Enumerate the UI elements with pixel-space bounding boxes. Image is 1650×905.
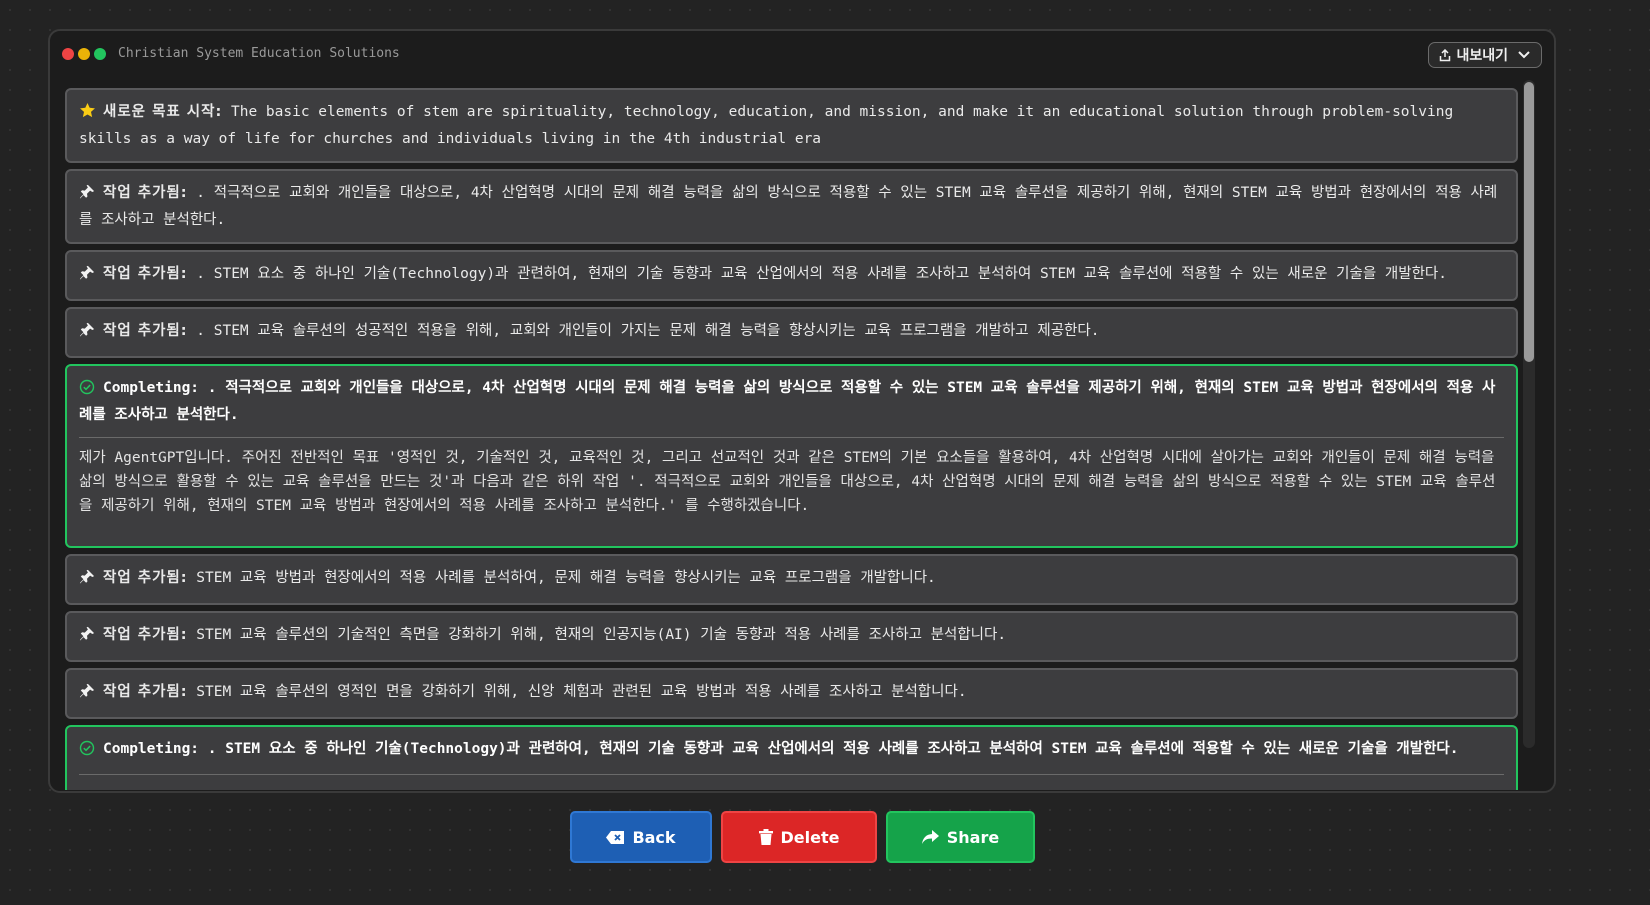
task-added-card: 작업 추가됨: STEM 교육 방법과 현장에서의 적용 사례를 분석하여, 문… <box>65 554 1518 605</box>
delete-button[interactable]: Delete <box>721 811 877 863</box>
maximize-dot-icon[interactable] <box>94 48 106 60</box>
action-bar: Back Delete Share <box>570 811 1035 863</box>
feed-scrollbar[interactable] <box>1523 80 1535 748</box>
message-feed: 새로운 목표 시작: The basic elements of stem ar… <box>65 88 1518 790</box>
completing-task-text: . STEM 요소 중 하나인 기술(Technology)과 관련하여, 현재… <box>199 741 1459 757</box>
export-button-label: 내보내기 <box>1456 48 1508 64</box>
card-text: . STEM 요소 중 하나인 기술(Technology)과 관련하여, 현재… <box>187 266 1447 282</box>
task-added-card: 작업 추가됨: STEM 교육 솔루션의 기술적인 측면을 강화하기 위해, 현… <box>65 611 1518 662</box>
agent-window: Christian System Education Solutions 내보내… <box>48 29 1556 793</box>
window-controls <box>62 48 106 60</box>
completing-body <box>79 783 1504 790</box>
goal-card: 새로운 목표 시작: The basic elements of stem ar… <box>65 88 1518 163</box>
completing-card: Completing: . STEM 요소 중 하나인 기술(Technolog… <box>65 725 1518 790</box>
check-circle-icon <box>79 740 97 764</box>
delete-button-label: Delete <box>780 827 840 847</box>
card-text: STEM 교육 방법과 현장에서의 적용 사례를 분석하여, 문제 해결 능력을… <box>187 570 936 586</box>
chevron-down-icon <box>1518 51 1530 59</box>
card-label: 작업 추가됨: <box>103 627 188 643</box>
card-text: The basic elements of stem are spiritual… <box>79 104 1454 147</box>
completing-label: Completing: <box>103 380 200 396</box>
card-text: STEM 교육 솔루션의 기술적인 측면을 강화하기 위해, 현재의 인공지능(… <box>187 627 1007 643</box>
task-added-card: 작업 추가됨: . STEM 교육 솔루션의 성공적인 적용을 위해, 교회와 … <box>65 307 1518 358</box>
check-circle-icon <box>79 379 97 403</box>
trash-icon <box>758 829 773 845</box>
card-label: 새로운 목표 시작: <box>103 104 223 120</box>
star-icon <box>79 102 97 127</box>
backspace-icon <box>606 830 625 844</box>
divider <box>79 774 1504 775</box>
close-dot-icon[interactable] <box>62 48 74 60</box>
card-label: 작업 추가됨: <box>103 570 188 586</box>
card-text: . 적극적으로 교회와 개인들을 대상으로, 4차 산업혁명 시대의 문제 해결… <box>79 185 1498 228</box>
share-icon <box>921 830 939 844</box>
window-titlebar: Christian System Education Solutions 내보내… <box>50 31 1554 81</box>
window-title: Christian System Education Solutions <box>118 46 400 61</box>
pin-icon <box>79 322 97 346</box>
task-added-card: 작업 추가됨: . STEM 요소 중 하나인 기술(Technology)과 … <box>65 250 1518 301</box>
task-added-card: 작업 추가됨: . 적극적으로 교회와 개인들을 대상으로, 4차 산업혁명 시… <box>65 169 1518 244</box>
card-label: 작업 추가됨: <box>103 266 188 282</box>
completing-label: Completing: <box>103 741 200 757</box>
card-text: . STEM 교육 솔루션의 성공적인 적용을 위해, 교회와 개인들이 가지는… <box>187 323 1100 339</box>
completing-body: 제가 AgentGPT입니다. 주어진 전반적인 목표 '영적인 것, 기술적인… <box>79 450 1496 514</box>
share-button-label: Share <box>946 827 1000 847</box>
export-icon <box>1440 48 1451 61</box>
minimize-dot-icon[interactable] <box>78 48 90 60</box>
divider <box>79 437 1504 438</box>
card-label: 작업 추가됨: <box>103 684 188 700</box>
completing-heading: Completing: . 적극적으로 교회와 개인들을 대상으로, 4차 산업… <box>79 376 1504 427</box>
task-added-card: 작업 추가됨: STEM 교육 솔루션의 영적인 면을 강화하기 위해, 신앙 … <box>65 668 1518 719</box>
card-text: STEM 교육 솔루션의 영적인 면을 강화하기 위해, 신앙 체험과 관련된 … <box>187 684 967 700</box>
back-button[interactable]: Back <box>570 811 712 863</box>
export-button[interactable]: 내보내기 <box>1428 42 1542 68</box>
pin-icon <box>79 626 97 650</box>
card-label: 작업 추가됨: <box>103 323 188 339</box>
completing-card: Completing: . 적극적으로 교회와 개인들을 대상으로, 4차 산업… <box>65 364 1518 548</box>
completing-task-text: . 적극적으로 교회와 개인들을 대상으로, 4차 산업혁명 시대의 문제 해결… <box>79 380 1496 423</box>
back-button-label: Back <box>632 827 676 847</box>
share-button[interactable]: Share <box>886 811 1035 863</box>
pin-icon <box>79 569 97 593</box>
pin-icon <box>79 683 97 707</box>
card-label: 작업 추가됨: <box>103 185 188 201</box>
pin-icon <box>79 184 97 208</box>
pin-icon <box>79 265 97 289</box>
scrollbar-thumb[interactable] <box>1524 82 1534 362</box>
completing-heading: Completing: . STEM 요소 중 하나인 기술(Technolog… <box>79 737 1504 764</box>
